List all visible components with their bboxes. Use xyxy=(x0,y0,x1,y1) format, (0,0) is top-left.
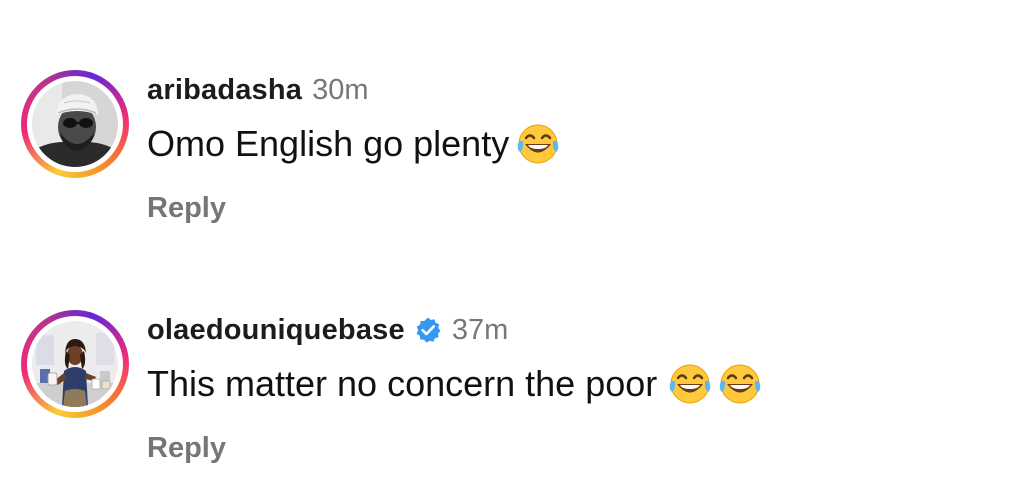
laughing-tears-emoji-icon xyxy=(717,361,763,407)
verified-badge-icon xyxy=(414,316,442,344)
laughing-tears-emoji-icon xyxy=(667,361,713,407)
timestamp: 30m xyxy=(312,73,369,106)
avatar-image xyxy=(32,321,118,407)
avatar[interactable] xyxy=(21,70,129,178)
reply-button[interactable]: Reply xyxy=(147,192,226,225)
comment-text: This matter no concern the poor xyxy=(147,363,658,404)
timestamp: 37m xyxy=(451,313,509,346)
comment-text: Omo English go plenty xyxy=(147,123,510,164)
avatar[interactable] xyxy=(21,310,129,418)
laughing-tears-emoji-icon xyxy=(515,121,561,167)
avatar-image xyxy=(32,81,118,167)
username[interactable]: olaedouniquebase xyxy=(147,314,405,347)
reply-button[interactable]: Reply xyxy=(147,432,226,465)
username[interactable]: aribadasha xyxy=(147,74,302,107)
